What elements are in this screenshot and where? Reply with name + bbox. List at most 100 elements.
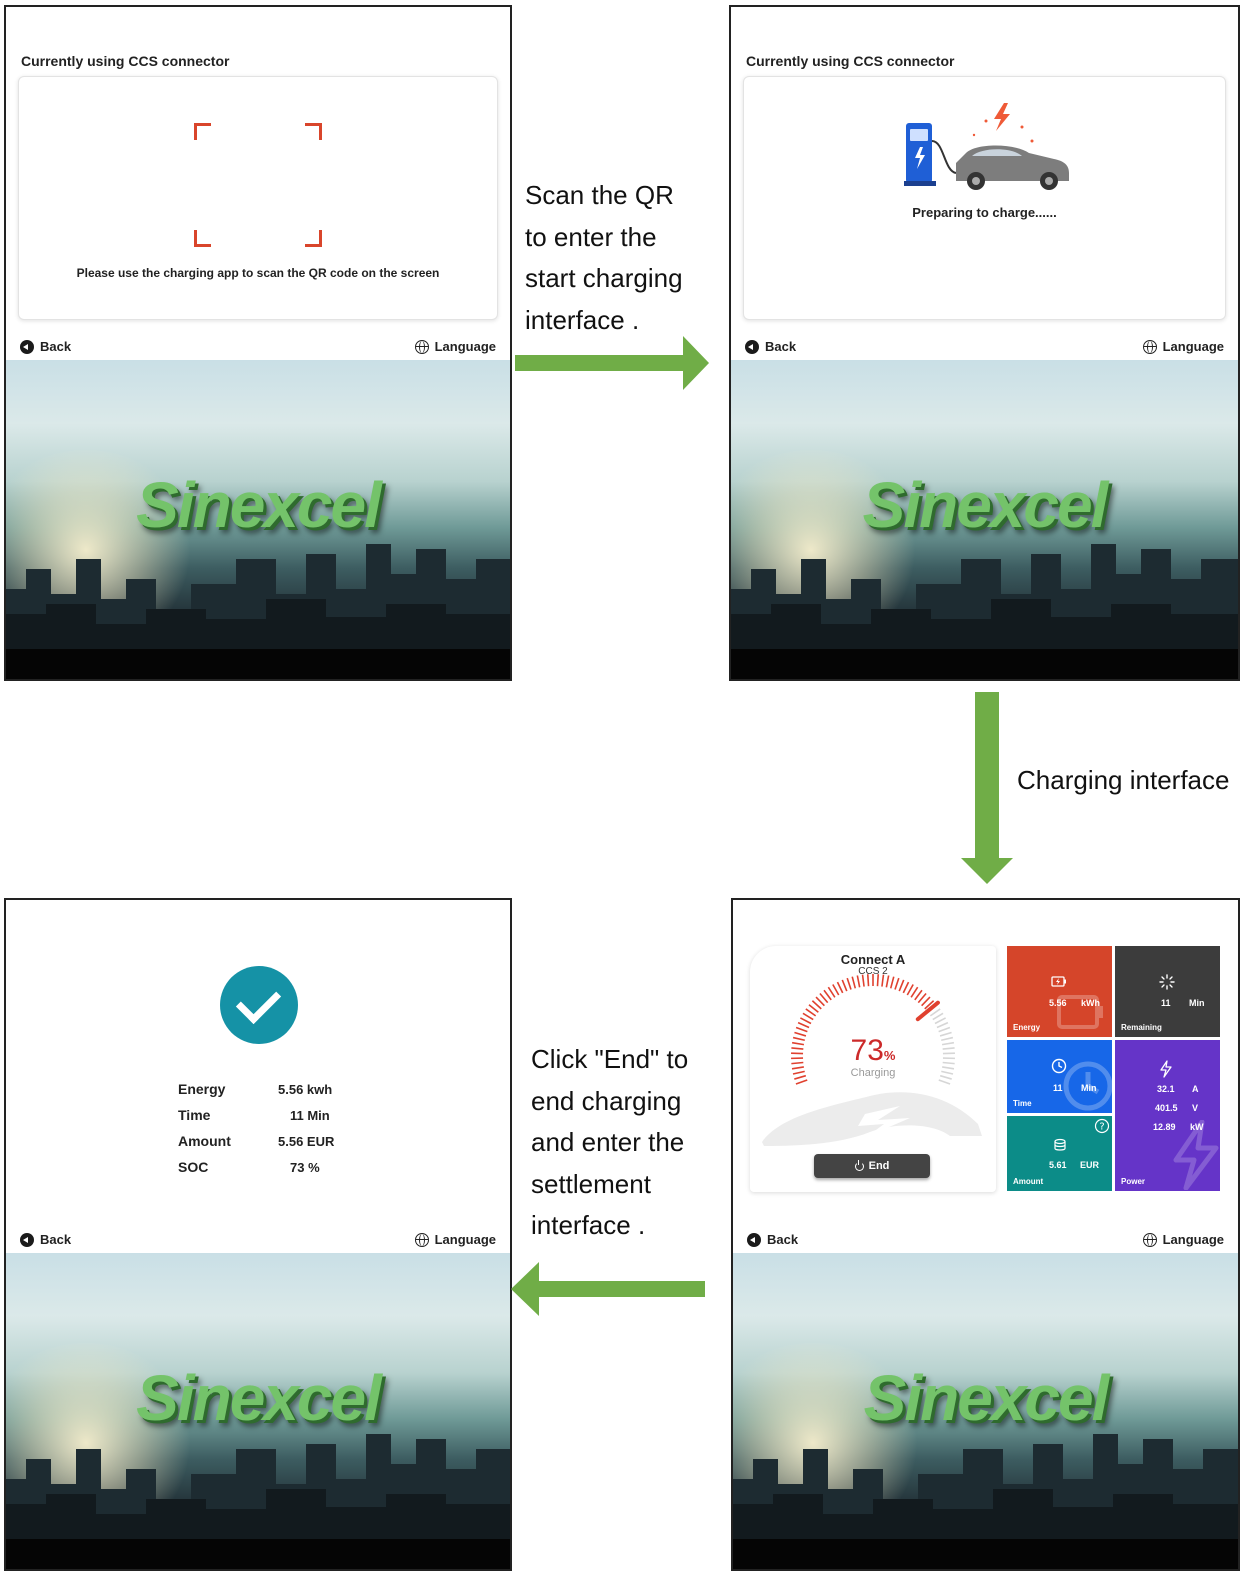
- amount-unit: EUR: [1080, 1160, 1100, 1170]
- connector-title: Currently using CCS connector: [746, 53, 955, 69]
- back-arrow-icon: [745, 339, 759, 354]
- language-button[interactable]: Language: [1142, 1232, 1224, 1247]
- amount-tile: ? 5.61 EUR Amount: [1007, 1116, 1112, 1191]
- gauge-tick: [889, 976, 895, 989]
- remaining-unit: Min: [1189, 998, 1205, 1008]
- power-unit: kW: [1190, 1122, 1204, 1132]
- gauge-tick: [910, 986, 919, 998]
- language-button[interactable]: Language: [414, 1232, 496, 1247]
- annotation-line: end charging: [531, 1085, 682, 1116]
- time-unit: Min: [1081, 1083, 1097, 1093]
- voltage-unit: V: [1192, 1103, 1199, 1113]
- back-button[interactable]: Back: [20, 339, 71, 354]
- gauge-tick: [902, 981, 910, 994]
- language-label: Language: [434, 339, 496, 354]
- back-arrow-icon: [20, 339, 34, 354]
- remaining-value: 11: [1161, 998, 1171, 1008]
- gauge-tick: [934, 1017, 946, 1025]
- gauge-tick: [846, 977, 852, 990]
- help-icon[interactable]: ?: [1094, 1118, 1110, 1134]
- gauge-tick: [856, 975, 861, 988]
- prepare-status: Preparing to charge......: [912, 205, 1057, 220]
- back-label: Back: [767, 1232, 799, 1247]
- gauge-tick: [832, 984, 840, 996]
- qr-corner-icon: [194, 230, 211, 247]
- end-button[interactable]: End: [814, 1154, 930, 1178]
- annotation-line: to enter the: [525, 221, 657, 252]
- annotation-line: interface .: [525, 304, 640, 335]
- annotation-line: and enter the: [531, 1127, 685, 1157]
- charger-car-icon: [904, 103, 1069, 190]
- current-unit: A: [1192, 1084, 1199, 1094]
- connector-type: CCS 2: [858, 966, 888, 977]
- qr-corner-icon: [305, 230, 322, 247]
- power-label: Power: [1121, 1177, 1146, 1186]
- power-value: 12.89: [1153, 1122, 1176, 1132]
- connector-title: Currently using CCS connector: [21, 53, 230, 69]
- stat-value-soc: 73 %: [290, 1160, 320, 1175]
- success-check-icon: [220, 966, 298, 1044]
- language-button[interactable]: Language: [414, 339, 496, 354]
- back-label: Back: [40, 1232, 72, 1247]
- stat-value-energy: 5.56 kwh: [278, 1082, 333, 1097]
- language-label: Language: [434, 1232, 496, 1247]
- screen-preparing: Currently using CCS connector Preparing …: [729, 5, 1240, 681]
- soc-percentage: 73%: [750, 1034, 996, 1068]
- screen-top: Energy 5.56 kwh Time 11 Min Amount 5.56 …: [6, 900, 510, 1251]
- bottom-bar: Back Language: [6, 337, 510, 359]
- remaining-tile: 11 Min Remaining: [1115, 946, 1220, 1037]
- back-button[interactable]: Back: [20, 1232, 71, 1247]
- black-band: [731, 649, 1238, 679]
- sinexcel-logo: Sinexcel: [863, 1362, 1110, 1434]
- screen-top: Connect A CCS 2 73% Charging End 5.56 kW…: [733, 900, 1238, 1251]
- back-button[interactable]: Back: [747, 1232, 798, 1247]
- language-button[interactable]: Language: [1142, 339, 1224, 354]
- connect-title: Connect A: [840, 952, 906, 967]
- language-label: Language: [1162, 339, 1224, 354]
- gauge-tick: [938, 1026, 951, 1033]
- soc-unit: %: [883, 1048, 896, 1063]
- gauge-tick: [795, 1026, 808, 1033]
- time-label: Time: [1013, 1099, 1032, 1108]
- brand-banner: Sinexcel: [6, 1253, 510, 1539]
- globe-icon: [1142, 339, 1157, 354]
- gauge-tick: [797, 1021, 810, 1029]
- voltage-value: 401.5: [1155, 1103, 1178, 1113]
- globe-icon: [1142, 1232, 1157, 1247]
- qr-instruction: Please use the charging app to scan the …: [76, 266, 440, 280]
- back-button[interactable]: Back: [745, 339, 796, 354]
- screen-charging: Connect A CCS 2 73% Charging End 5.56 kW…: [731, 898, 1240, 1571]
- gauge-tick: [938, 1079, 951, 1085]
- black-band: [733, 1539, 1238, 1569]
- qr-card: Please use the charging app to scan the …: [18, 76, 498, 320]
- energy-value: 5.56: [1049, 998, 1067, 1008]
- loading-icon: [1159, 974, 1175, 990]
- coins-icon: [1054, 1138, 1066, 1151]
- soc-gauge-card: Connect A CCS 2 73% Charging End: [750, 946, 996, 1192]
- energy-unit: kWh: [1081, 998, 1100, 1008]
- annotation-line: Charging interface: [1017, 765, 1230, 795]
- power-icon: [854, 1159, 864, 1171]
- soc-value: 73: [850, 1034, 884, 1067]
- arrow-left-icon: [511, 1262, 705, 1316]
- globe-icon: [414, 1232, 429, 1247]
- svg-text:?: ?: [1099, 1122, 1104, 1133]
- black-band: [6, 649, 510, 679]
- bottom-bar: Back Language: [6, 1230, 510, 1252]
- battery-watermark-icon: [1057, 995, 1103, 1029]
- stat-label-energy: Energy: [178, 1081, 226, 1097]
- arrow-right-icon: [515, 336, 709, 390]
- arrow-down-icon: [961, 692, 1013, 884]
- brand-banner: Sinexcel: [731, 360, 1238, 649]
- annotation-step2: Charging interface: [1017, 760, 1242, 802]
- qr-scan-frame: [194, 123, 322, 247]
- annotation-step3: Click "End" to end charging and enter th…: [531, 1039, 726, 1247]
- gauge-tick: [898, 979, 905, 992]
- gauge-tick: [932, 1012, 944, 1021]
- stat-label-soc: SOC: [178, 1159, 209, 1175]
- time-tile: 11 Min Time: [1007, 1040, 1112, 1113]
- energy-label: Energy: [1013, 1023, 1041, 1032]
- energy-tile: 5.56 kWh Energy: [1007, 946, 1112, 1037]
- stat-value-amount: 5.56 EUR: [278, 1134, 335, 1149]
- charging-status: Charging: [850, 1067, 896, 1079]
